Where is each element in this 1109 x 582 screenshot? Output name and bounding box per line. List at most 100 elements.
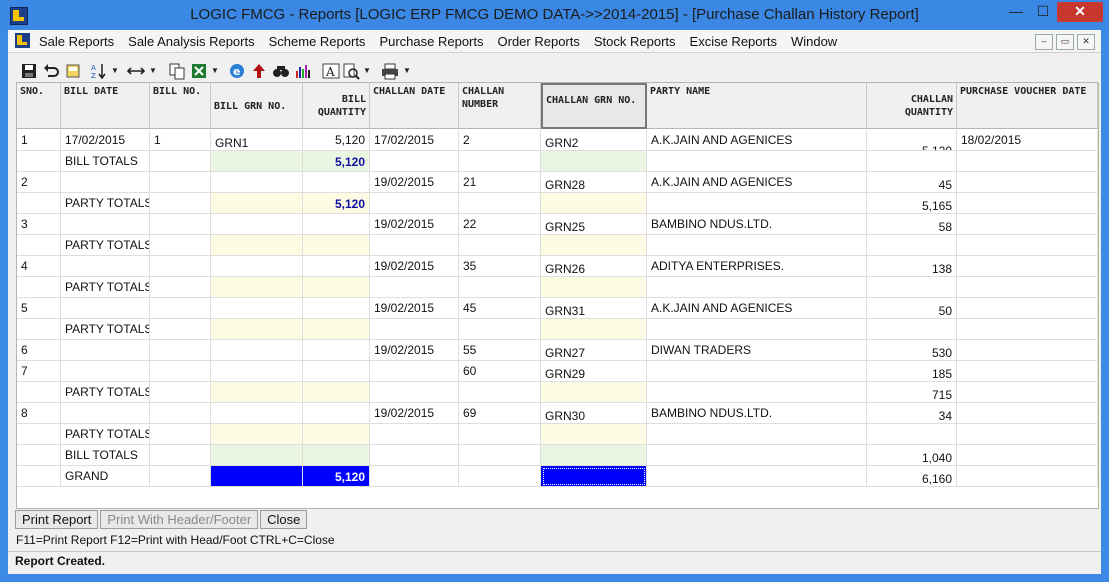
cell-purchase-voucher-date[interactable]: [957, 340, 1098, 361]
cell-bill-no[interactable]: [150, 466, 211, 487]
cell-sno[interactable]: 5: [17, 298, 61, 319]
sort-dropdown-icon[interactable]: ▼: [110, 62, 120, 80]
chart-icon[interactable]: [294, 62, 312, 80]
cell-bill-quantity[interactable]: [303, 382, 370, 403]
cell-party-name[interactable]: [647, 445, 867, 466]
print-report-button[interactable]: Print Report: [15, 510, 99, 529]
cell-purchase-voucher-date[interactable]: [957, 256, 1098, 277]
cell-bill-quantity[interactable]: [303, 361, 370, 382]
cell-challan-date[interactable]: 19/02/2015: [370, 256, 459, 277]
cell-challan-quantity[interactable]: 185: [867, 361, 957, 382]
cell-challan-grn-no[interactable]: [541, 193, 647, 214]
cell-purchase-voucher-date[interactable]: [957, 235, 1098, 256]
copy-icon[interactable]: [168, 62, 186, 80]
cell-bill-grn-no[interactable]: [211, 214, 303, 235]
cell-bill-no[interactable]: [150, 277, 211, 298]
cell-purchase-voucher-date[interactable]: [957, 172, 1098, 193]
cell-bill-date[interactable]: [61, 361, 150, 382]
cell-challan-quantity[interactable]: 715: [867, 382, 957, 403]
header-sno[interactable]: SNO.: [17, 83, 61, 129]
cell-challan-quantity[interactable]: 138: [867, 256, 957, 277]
cell-challan-date[interactable]: [370, 466, 459, 487]
cell-challan-grn-no[interactable]: [541, 151, 647, 172]
cell-bill-no[interactable]: 1: [150, 130, 211, 151]
undo-icon[interactable]: [42, 62, 60, 80]
cell-party-name[interactable]: [647, 466, 867, 487]
menu-sale-analysis-reports[interactable]: Sale Analysis Reports: [128, 34, 254, 49]
font-icon[interactable]: A: [322, 62, 340, 80]
cell-bill-date[interactable]: GRAND: [61, 466, 150, 487]
cell-challan-number[interactable]: 35: [459, 256, 541, 277]
cell-bill-quantity[interactable]: [303, 172, 370, 193]
cell-bill-no[interactable]: [150, 424, 211, 445]
cell-challan-number[interactable]: 60: [459, 361, 541, 382]
cell-bill-no[interactable]: [150, 235, 211, 256]
cell-sno[interactable]: [17, 319, 61, 340]
cell-challan-grn-no[interactable]: GRN25: [541, 214, 647, 235]
cell-sno[interactable]: [17, 277, 61, 298]
cell-sno[interactable]: 7: [17, 361, 61, 382]
cell-sno[interactable]: [17, 193, 61, 214]
cell-challan-date[interactable]: 19/02/2015: [370, 214, 459, 235]
cell-party-name[interactable]: BAMBINO NDUS.LTD.: [647, 214, 867, 235]
cell-bill-date[interactable]: [61, 172, 150, 193]
printer-icon[interactable]: [380, 62, 400, 80]
cell-challan-number[interactable]: [459, 382, 541, 403]
cell-bill-quantity[interactable]: [303, 340, 370, 361]
cell-challan-number[interactable]: 45: [459, 298, 541, 319]
maximize-button[interactable]: ☐: [1030, 2, 1056, 22]
cell-bill-date[interactable]: [61, 340, 150, 361]
header-bill-grn-no[interactable]: BILL GRN NO.: [211, 83, 303, 129]
cell-challan-date[interactable]: 17/02/2015: [370, 130, 459, 151]
up-arrow-icon[interactable]: [250, 62, 268, 80]
cell-challan-date[interactable]: [370, 277, 459, 298]
cell-bill-no[interactable]: [150, 151, 211, 172]
cell-bill-quantity[interactable]: [303, 445, 370, 466]
cell-bill-date[interactable]: PARTY TOTALS: [61, 277, 150, 298]
cell-bill-grn-no[interactable]: [211, 340, 303, 361]
cell-challan-number[interactable]: 2: [459, 130, 541, 151]
cell-bill-date[interactable]: BILL TOTALS: [61, 151, 150, 172]
cell-party-name[interactable]: [647, 193, 867, 214]
cell-bill-no[interactable]: [150, 340, 211, 361]
cell-challan-number[interactable]: [459, 424, 541, 445]
cell-party-name[interactable]: DIWAN TRADERS: [647, 340, 867, 361]
cell-bill-no[interactable]: [150, 256, 211, 277]
cell-bill-grn-no[interactable]: [211, 382, 303, 403]
cell-bill-no[interactable]: [150, 193, 211, 214]
cell-sno[interactable]: [17, 235, 61, 256]
cell-bill-no[interactable]: [150, 172, 211, 193]
cell-bill-no[interactable]: [150, 298, 211, 319]
cell-bill-quantity[interactable]: [303, 277, 370, 298]
cell-sno[interactable]: 8: [17, 403, 61, 424]
cell-challan-quantity[interactable]: 5,165: [867, 193, 957, 214]
cell-challan-number[interactable]: 69: [459, 403, 541, 424]
zoom-icon[interactable]: [342, 62, 360, 80]
cell-bill-quantity[interactable]: 5,120: [303, 151, 370, 172]
cell-challan-date[interactable]: 19/02/2015: [370, 172, 459, 193]
cell-purchase-voucher-date[interactable]: [957, 277, 1098, 298]
cell-challan-quantity[interactable]: [867, 319, 957, 340]
cell-bill-grn-no[interactable]: [211, 445, 303, 466]
menu-order-reports[interactable]: Order Reports: [498, 34, 580, 49]
cell-purchase-voucher-date[interactable]: [957, 382, 1098, 403]
cell-challan-date[interactable]: [370, 445, 459, 466]
cell-bill-grn-no[interactable]: [211, 403, 303, 424]
cell-party-name[interactable]: ADITYA ENTERPRISES.: [647, 256, 867, 277]
cell-challan-grn-no[interactable]: [541, 466, 647, 487]
cell-bill-no[interactable]: [150, 361, 211, 382]
cell-party-name[interactable]: A.K.JAIN AND AGENICES: [647, 298, 867, 319]
cell-challan-date[interactable]: 19/02/2015: [370, 403, 459, 424]
cell-bill-date[interactable]: PARTY TOTALS: [61, 319, 150, 340]
cell-party-name[interactable]: [647, 382, 867, 403]
cell-bill-date[interactable]: [61, 256, 150, 277]
cell-bill-quantity[interactable]: 5,120: [303, 466, 370, 487]
cell-purchase-voucher-date[interactable]: 18/02/2015: [957, 130, 1098, 151]
cell-party-name[interactable]: [647, 361, 867, 382]
cell-bill-grn-no[interactable]: [211, 298, 303, 319]
cell-challan-date[interactable]: 19/02/2015: [370, 340, 459, 361]
cell-bill-grn-no[interactable]: [211, 277, 303, 298]
cell-challan-number[interactable]: [459, 193, 541, 214]
cell-party-name[interactable]: [647, 277, 867, 298]
cell-sno[interactable]: [17, 445, 61, 466]
